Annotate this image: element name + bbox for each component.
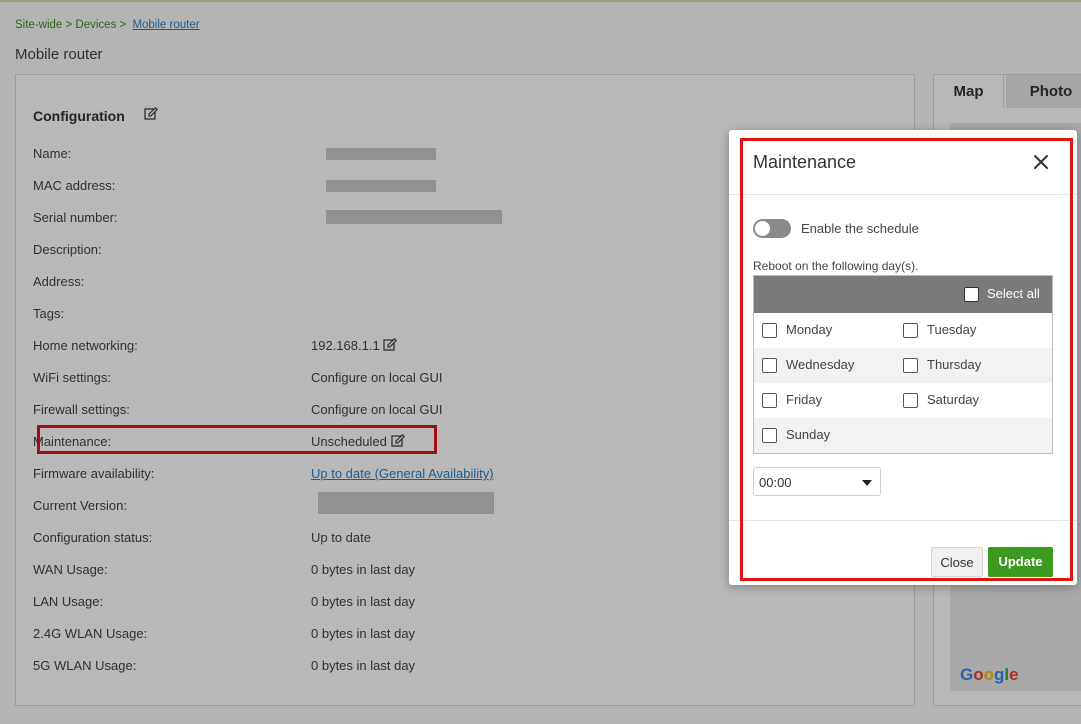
dialog-highlight [740, 138, 1073, 581]
